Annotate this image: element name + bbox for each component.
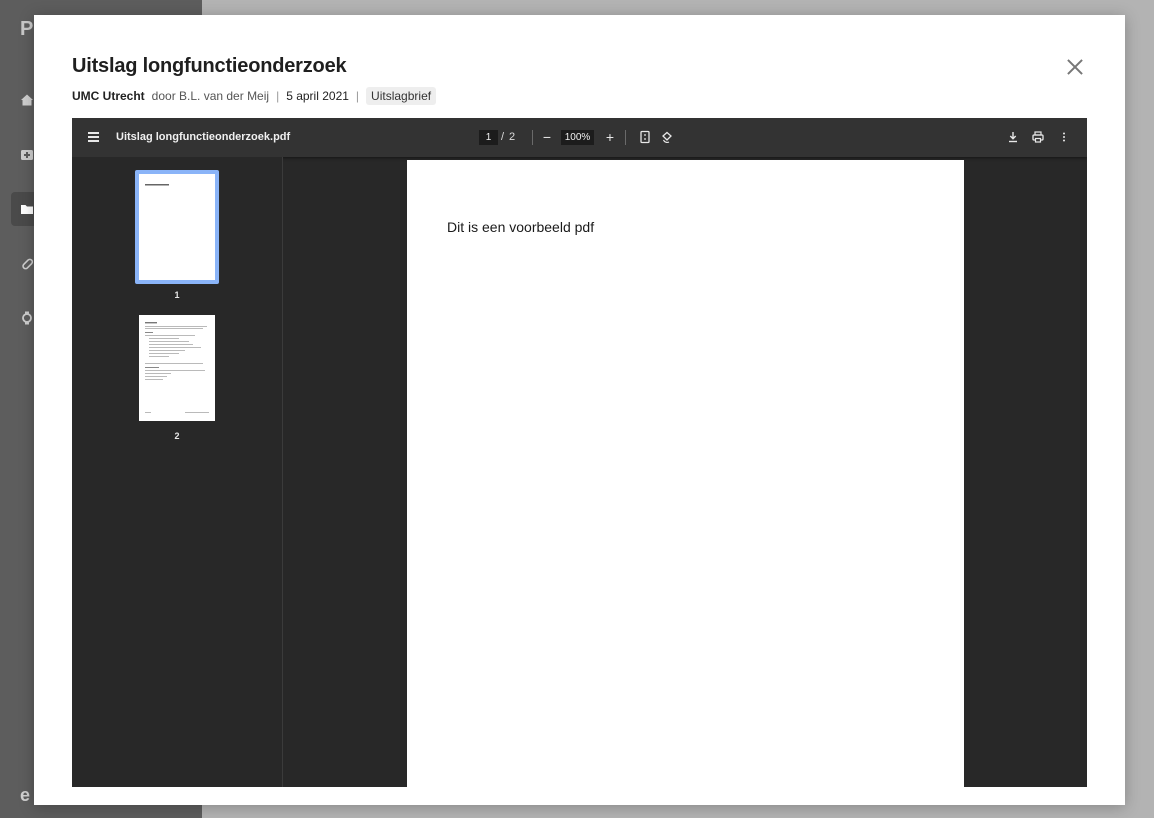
thumbnail-page-image [139,174,215,280]
toolbar-divider [532,130,533,145]
thumbnail-page-image [139,315,215,421]
rotate-icon[interactable] [660,130,674,144]
meta-separator: | [355,89,360,103]
document-meta: UMC Utrecht door B.L. van der Meij | 5 a… [72,87,437,105]
meta-author: door B.L. van der Meij [151,89,270,103]
print-icon[interactable] [1031,130,1045,144]
pdf-filename: Uitslag longfunctieonderzoek.pdf [116,131,291,143]
menu-icon[interactable] [88,132,99,142]
thumbnail-page-2[interactable] [139,315,215,421]
fit-page-icon[interactable] [638,130,652,144]
thumbnail-number: 2 [174,431,180,441]
document-modal: Uitslag longfunctieonderzoek UMC Utrecht… [34,15,1125,805]
download-icon[interactable] [1006,130,1020,144]
close-icon[interactable] [1063,55,1087,79]
meta-organization: UMC Utrecht [72,89,145,103]
meta-separator: | [276,89,280,103]
zoom-in-button[interactable]: + [601,128,619,146]
thumbnail-number: 1 [174,290,180,300]
meta-tag-badge: Uitslagbrief [366,87,437,105]
pdf-viewer: Uitslag longfunctieonderzoek.pdf 1 / 2 −… [72,118,1087,787]
zoom-level-input[interactable]: 100% [561,130,594,145]
page-separator: / [501,131,505,143]
pdf-page-text: Dit is een voorbeeld pdf [447,219,595,235]
more-options-icon[interactable] [1057,130,1071,144]
toolbar-divider [625,130,626,145]
page-total: 2 [509,131,516,143]
pdf-toolbar: Uitslag longfunctieonderzoek.pdf 1 / 2 −… [72,118,1087,157]
zoom-out-button[interactable]: − [538,128,556,146]
thumbnail-panel: 1 2 [72,157,283,787]
page-number-input[interactable]: 1 [479,130,498,145]
thumbnail-page-1[interactable] [135,170,219,286]
modal-title: Uitslag longfunctieonderzoek [72,55,347,77]
user-avatar-icon[interactable]: e [20,785,30,806]
pdf-page: Dit is een voorbeeld pdf [407,160,964,787]
app-logo: P [20,18,34,40]
meta-date: 5 april 2021 [286,89,349,103]
